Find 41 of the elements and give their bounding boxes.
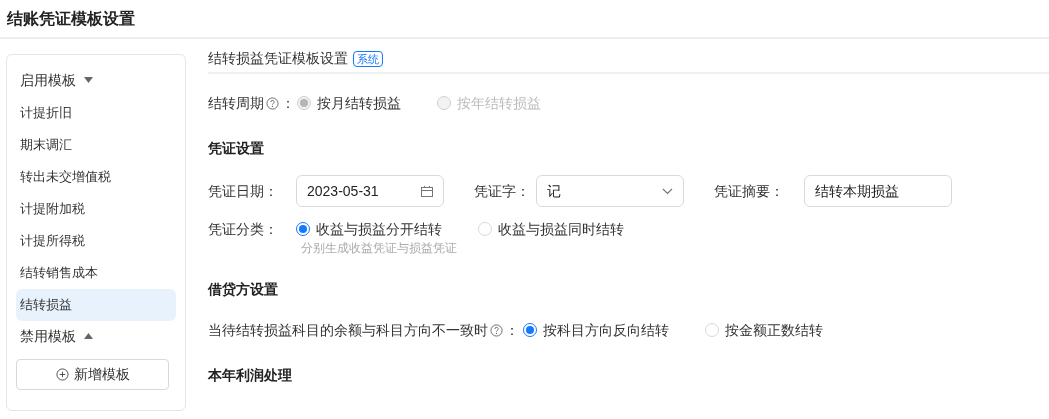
radio-button[interactable] [523, 323, 537, 337]
field-label: 当待结转损益科目的余额与科目方向不一致时 [208, 320, 488, 340]
radio-option[interactable]: 收益与损益分开结转 [296, 219, 478, 239]
help-icon [266, 96, 279, 110]
label-colon: ： [281, 93, 295, 113]
radio-option[interactable]: 收益与损益同时结转 [478, 219, 624, 239]
field-label: 凭证日期： [208, 181, 279, 201]
section-heading: 借贷方设置 [208, 280, 279, 299]
field-label: 凭证摘要： [714, 181, 785, 201]
chevron-down-icon [662, 187, 673, 195]
sidebar-item[interactable]: 计提附加税 [16, 193, 176, 225]
field-label: 凭证分类： [208, 220, 279, 239]
sidebar-item[interactable]: 期末调汇 [16, 129, 176, 161]
add-template-button[interactable]: 新增模板 [16, 359, 169, 390]
sidebar-item[interactable]: 转出未交增值税 [16, 161, 176, 193]
radio-option[interactable]: 按金额正数结转 [705, 319, 823, 341]
hint-text: 分别生成收益凭证与损益凭证 [301, 240, 458, 257]
group-header[interactable]: 启用模板 [16, 65, 176, 95]
calendar-icon [421, 185, 433, 197]
group-header[interactable]: 禁用模板 [16, 321, 176, 351]
section-heading: 本年利润处理 [208, 366, 293, 385]
select-field[interactable]: 记 [536, 175, 684, 207]
system-tag: 系统 [353, 50, 383, 67]
caret-up-icon [84, 333, 93, 339]
sidebar-item[interactable]: 计提折旧 [16, 97, 176, 129]
field-label: 凭证字： [474, 181, 531, 201]
plus-circle-icon [55, 368, 69, 381]
radio-option[interactable]: 按科目方向反向结转 [523, 319, 705, 341]
sidebar-item[interactable]: 结转销售成本 [16, 257, 176, 289]
sidebar-item[interactable]: 结转损益 [16, 289, 176, 321]
field-label: 结转周期 [208, 93, 264, 113]
input-field[interactable]: 结转本期损益 [804, 175, 952, 207]
sidebar-item[interactable]: 计提所得税 [16, 225, 176, 257]
label-colon: ： [505, 320, 519, 340]
help-icon [490, 323, 503, 337]
page-title: 结账凭证模板设置 [6, 8, 136, 29]
section-heading: 凭证设置 [208, 139, 265, 158]
caret-down-icon [84, 77, 93, 83]
section-title: 结转损益凭证模板设置 [208, 49, 348, 68]
radio-button[interactable] [296, 222, 310, 236]
date-field[interactable]: 2023-05-31 [296, 175, 444, 207]
